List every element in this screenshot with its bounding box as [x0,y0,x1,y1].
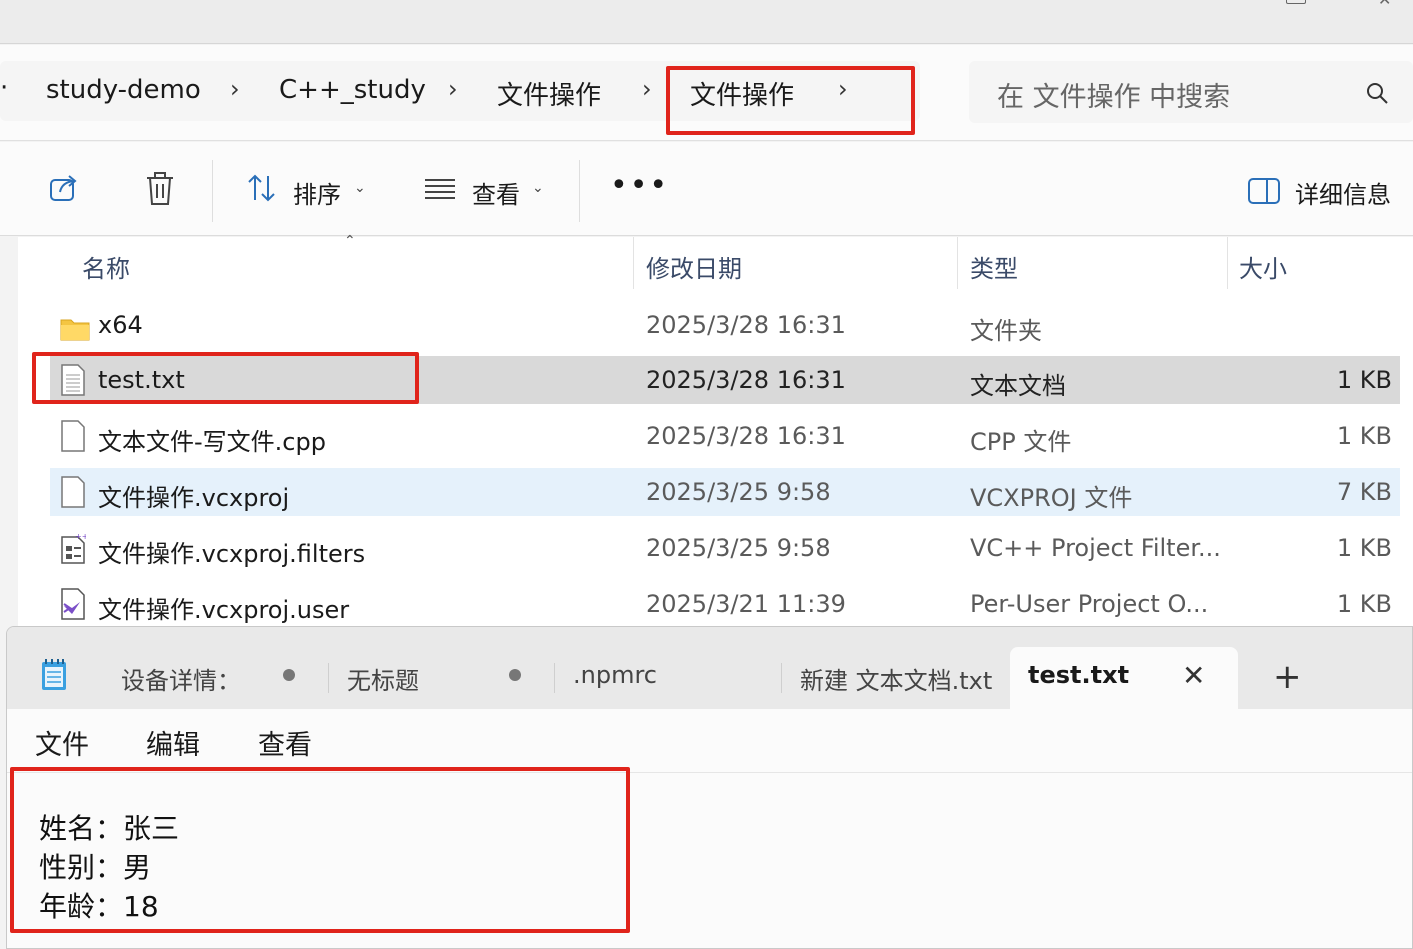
search-placeholder: 在 文件操作 中搜索 [997,82,1231,113]
tab-divider [781,663,782,693]
file-name: x64 [98,311,143,339]
svg-text:++: ++ [75,532,86,541]
close-icon[interactable]: ✕ [1182,659,1205,692]
breadcrumb-dots: · [0,73,9,103]
notepad-window: 设备详情： 无标题 .npmrc 新建 文本文档.txt test.txt ✕ … [6,626,1413,949]
file-row[interactable]: 文本文件-写文件.cpp 2025/3/28 16:31 CPP 文件 1 KB [50,412,1400,460]
tab-label: 无标题 [347,667,419,695]
file-date: 2025/3/28 16:31 [646,366,846,394]
close-icon[interactable]: ✕ [1378,0,1391,9]
breadcrumb-item-file-ops-parent[interactable]: 文件操作 [497,75,601,112]
file-row[interactable]: 文件操作.vcxproj.user 2025/3/21 11:39 Per-Us… [50,580,1400,628]
chevron-down-icon[interactable]: ⌄ [532,180,544,196]
menu-view[interactable]: 查看 [258,723,312,762]
unsaved-dot-icon [509,669,521,681]
tab-label: test.txt [1028,661,1130,689]
address-row: · study-demo › C++_study › 文件操作 › 文件操作 ›… [0,45,1413,141]
menu-edit[interactable]: 编辑 [146,723,200,762]
file-type: VC++ Project Filter... [970,534,1221,562]
column-header-name[interactable]: 名称 [82,249,130,284]
menu-file[interactable]: 文件 [35,723,89,762]
file-name: 文件操作.vcxproj.user [98,596,350,624]
vs-user-file-icon [61,588,85,620]
column-divider[interactable] [957,237,958,289]
unsaved-dot-icon [283,669,295,681]
chevron-down-icon[interactable]: ⌄ [354,180,366,196]
breadcrumb-item-study-demo[interactable]: study-demo [46,75,201,105]
chevron-right-icon[interactable]: › [642,75,652,103]
sort-button[interactable]: 排序 [293,175,341,210]
file-name: 文件操作.vcxproj.filters [98,540,366,568]
notepad-app-icon [42,659,66,690]
window-title-bar: ✕ [0,0,1413,44]
content-highlight-box [10,767,630,933]
column-divider[interactable] [633,237,634,289]
file-size: 1 KB [1336,366,1392,394]
tab-divider [554,663,555,693]
delete-icon[interactable] [145,172,175,206]
file-name: 文本文件-写文件.cpp [98,428,326,456]
tab-label: 新建 文本文档.txt [800,667,993,695]
file-size: 1 KB [1336,590,1392,618]
file-type: 文件夹 [970,317,1042,345]
file-type: CPP 文件 [970,428,1072,456]
tab-label: .npmrc [573,661,657,689]
share-icon[interactable] [48,172,80,204]
tab-label: 设备详情： [121,667,241,695]
file-date: 2025/3/28 16:31 [646,311,846,339]
file-size: 1 KB [1336,422,1392,450]
notepad-tab[interactable]: 无标题 [347,647,547,709]
filters-file-icon: ++ [61,532,86,564]
file-row[interactable]: x64 2025/3/28 16:31 文件夹 [50,301,1400,349]
sort-icon[interactable] [246,172,278,204]
file-type: Per-User Project O... [970,590,1209,618]
maximize-button[interactable] [1286,0,1306,4]
search-input[interactable]: 在 文件操作 中搜索 [969,61,1413,123]
notepad-tab[interactable]: 新建 文本文档.txt [800,647,1000,709]
file-name: 文件操作.vcxproj [98,484,290,512]
file-size: 7 KB [1336,478,1392,506]
file-date: 2025/3/25 9:58 [646,534,831,562]
details-button[interactable]: 详细信息 [1295,175,1391,210]
column-divider[interactable] [1227,237,1228,289]
file-type: VCXPROJ 文件 [970,484,1133,512]
breadcrumb-highlight-box [666,66,915,135]
file-list: ⌃ 名称 修改日期 类型 大小 x64 2025/3/28 16:31 文件夹 … [18,233,1413,628]
file-size: 1 KB [1336,534,1392,562]
notepad-tab[interactable]: 设备详情： [121,647,321,709]
tab-divider [328,663,329,693]
notepad-menu-bar: 文件 编辑 查看 [7,709,1412,773]
details-pane-icon[interactable] [1248,178,1280,204]
file-type: 文本文档 [970,372,1066,400]
column-header-type[interactable]: 类型 [970,249,1018,284]
file-row-hovered[interactable]: 文件操作.vcxproj 2025/3/25 9:58 VCXPROJ 文件 7… [50,468,1400,516]
new-tab-plus-icon[interactable]: + [1273,657,1302,697]
notepad-tab-bar: 设备详情： 无标题 .npmrc 新建 文本文档.txt test.txt ✕ … [7,627,1412,709]
chevron-right-icon[interactable]: › [230,75,240,103]
blank-file-icon [61,420,85,452]
column-header-date[interactable]: 修改日期 [646,249,742,284]
file-date: 2025/3/25 9:58 [646,478,831,506]
chevron-right-icon[interactable]: › [448,75,458,103]
command-toolbar: 排序 ⌄ 查看 ⌄ ••• 详细信息 [0,142,1413,236]
more-options-icon[interactable]: ••• [610,168,669,203]
blank-file-icon [61,476,85,508]
notepad-tab[interactable]: .npmrc [573,647,773,709]
column-header-size[interactable]: 大小 [1239,249,1287,284]
folder-icon [60,319,90,341]
view-button[interactable]: 查看 [472,175,520,210]
selected-file-highlight-box [32,352,419,404]
sort-ascending-icon: ⌃ [344,233,356,249]
toolbar-divider [212,160,213,222]
file-row[interactable]: ++ 文件操作.vcxproj.filters 2025/3/25 9:58 V… [50,524,1400,572]
breadcrumb-item-cpp-study[interactable]: C++_study [279,75,426,105]
notepad-tab-active[interactable]: test.txt ✕ [1010,647,1238,709]
file-date: 2025/3/28 16:31 [646,422,846,450]
view-list-icon[interactable] [424,172,456,204]
file-date: 2025/3/21 11:39 [646,590,846,618]
toolbar-divider [579,160,580,222]
search-icon[interactable] [1365,81,1389,105]
